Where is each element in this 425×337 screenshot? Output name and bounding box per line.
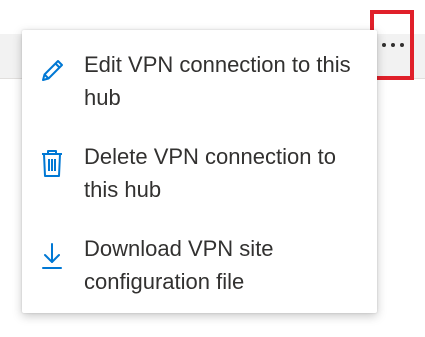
ellipsis-icon [382, 43, 404, 47]
menu-item-download-vpn-config[interactable]: Download VPN site configuration file [22, 228, 377, 304]
menu-item-label: Edit VPN connection to this hub [84, 52, 351, 110]
menu-item-delete-vpn-connection[interactable]: Delete VPN connection to this hub [22, 136, 377, 212]
context-menu: Edit VPN connection to this hub Delete V… [22, 30, 377, 313]
menu-item-edit-vpn-connection[interactable]: Edit VPN connection to this hub [22, 44, 377, 120]
trash-icon [36, 144, 68, 180]
menu-item-label: Download VPN site configuration file [84, 236, 274, 294]
pencil-icon [36, 52, 68, 88]
download-icon [36, 236, 68, 272]
menu-item-label: Delete VPN connection to this hub [84, 144, 336, 202]
